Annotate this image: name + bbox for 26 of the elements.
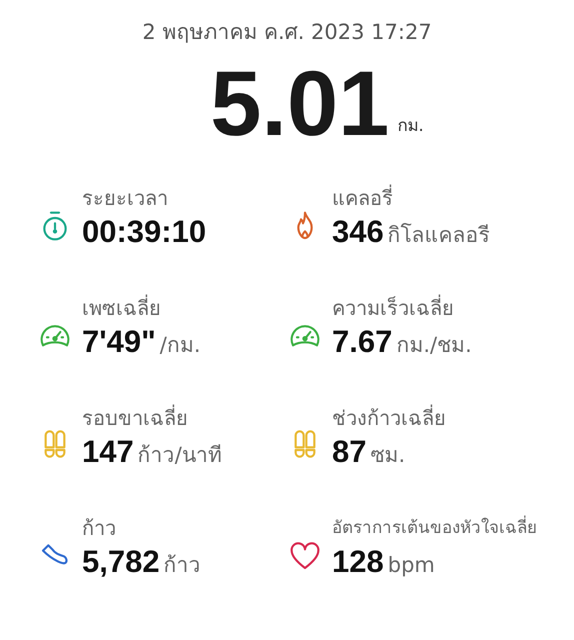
stat-unit: ก้าว bbox=[164, 552, 201, 578]
stat-label: รอบขาเฉลี่ย bbox=[82, 404, 189, 432]
stat-unit: กม./ชม. bbox=[396, 332, 472, 358]
stat-label: เพซเฉลี่ย bbox=[82, 294, 162, 322]
workout-date: 2 พฤษภาคม ค.ศ. 2023 17:27 bbox=[141, 19, 433, 46]
stat-value: 5,782 bbox=[82, 544, 160, 580]
stat-label: ช่วงก้าวเฉลี่ย bbox=[332, 404, 447, 432]
stat-value: 346 bbox=[332, 214, 384, 250]
stat-unit: กิโลแคลอรี bbox=[388, 222, 490, 248]
stat-label: ความเร็วเฉลี่ย bbox=[332, 294, 455, 322]
stat-label: แคลอรี่ bbox=[332, 184, 394, 212]
stat-value: 7.67 bbox=[332, 324, 392, 360]
distance-unit: กม. bbox=[397, 115, 424, 138]
stat-value: 128 bbox=[332, 544, 384, 580]
stat-value: 7'49" bbox=[82, 324, 156, 360]
stat-unit: bpm bbox=[388, 553, 435, 577]
stat-unit: /กม. bbox=[160, 332, 201, 358]
stat-unit: ซม. bbox=[370, 442, 406, 468]
stat-label: ระยะเวลา bbox=[82, 185, 169, 212]
stat-label: อัตราการเต้นของหัวใจเฉลี่ย bbox=[332, 514, 538, 542]
distance-value: 5.01 bbox=[210, 56, 390, 152]
stat-label: ก้าว bbox=[82, 514, 117, 542]
stat-value: 87 bbox=[332, 434, 366, 470]
stat-unit: ก้าว/นาที bbox=[138, 442, 222, 468]
stat-value: 00:39:10 bbox=[82, 214, 206, 250]
stat-value: 147 bbox=[82, 434, 134, 470]
